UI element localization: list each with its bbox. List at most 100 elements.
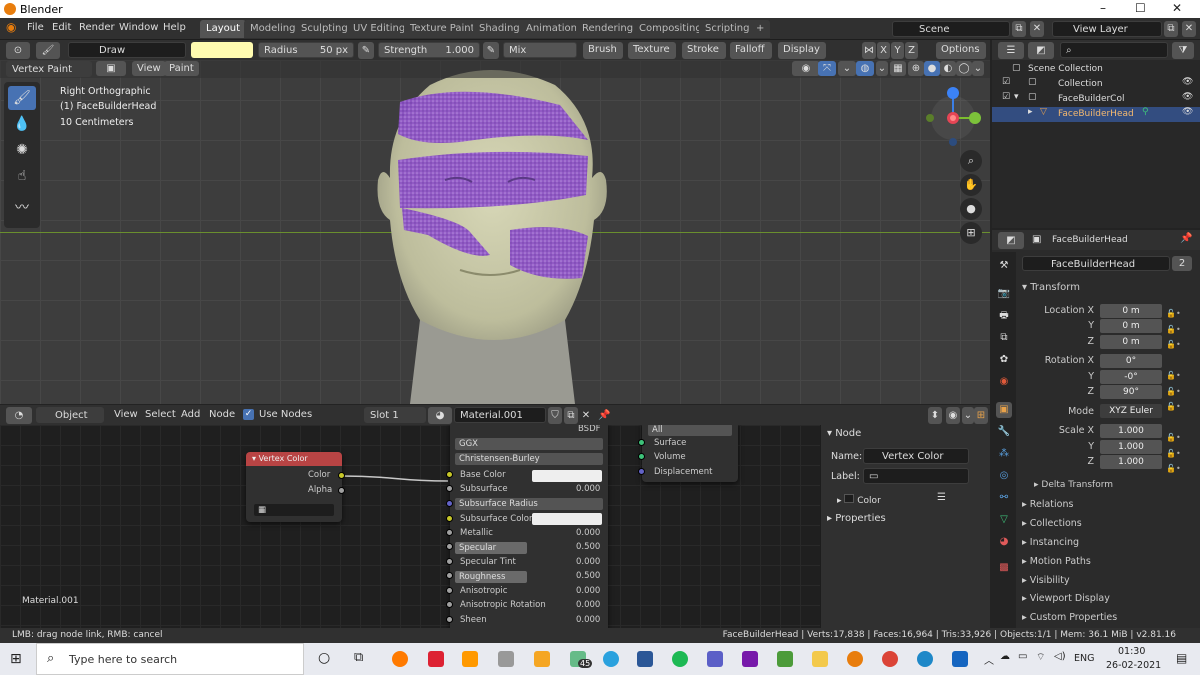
- xray-icon[interactable]: ▦: [890, 61, 906, 76]
- checkbox-icon[interactable]: ☑: [1002, 92, 1010, 102]
- alpha-output-socket[interactable]: [338, 487, 345, 494]
- expand-arrow-icon[interactable]: ▾: [1014, 92, 1019, 102]
- strength-pressure-icon[interactable]: ✎: [483, 42, 499, 59]
- draw-brush-tool-icon[interactable]: 🖌: [8, 86, 36, 110]
- scene-selector[interactable]: Scene: [892, 21, 1010, 37]
- paint-mask-icon[interactable]: ▣: [96, 61, 126, 76]
- firefox-icon[interactable]: [392, 651, 408, 667]
- data-tab-icon[interactable]: ▽: [996, 512, 1012, 528]
- collections-section[interactable]: ▸ Collections: [1022, 518, 1082, 529]
- rotation-mode-dropdown[interactable]: XYZ Euler: [1100, 404, 1162, 418]
- delete-view-layer-icon[interactable]: ✕: [1182, 21, 1196, 37]
- display-menu[interactable]: Display: [778, 42, 826, 59]
- specular-socket[interactable]: [446, 543, 453, 550]
- tab-modeling[interactable]: Modeling: [244, 20, 302, 38]
- principled-bsdf-node[interactable]: BSDF GGX Christensen-Burley Base Color S…: [446, 425, 608, 628]
- tab-sculpting[interactable]: Sculpting: [295, 20, 354, 38]
- brush-tool-icon[interactable]: 🖌: [36, 42, 60, 59]
- view-layer-selector[interactable]: View Layer: [1052, 21, 1162, 37]
- node-label-field[interactable]: ▭: [863, 468, 969, 484]
- mirror-x-button[interactable]: X: [877, 42, 890, 59]
- anisotropic-socket[interactable]: [446, 587, 453, 594]
- solid-shading-icon[interactable]: ●: [924, 61, 940, 76]
- blur-tool-icon[interactable]: 💧: [8, 112, 36, 136]
- node-editor-type-icon[interactable]: ◔: [6, 407, 32, 424]
- add-workspace-button[interactable]: +: [750, 20, 771, 38]
- delete-scene-icon[interactable]: ✕: [1030, 21, 1044, 37]
- rotation-z-field[interactable]: 90°: [1100, 385, 1162, 399]
- subsurface-radius-socket[interactable]: [446, 500, 453, 507]
- strength-field[interactable]: Strength 1.000: [378, 42, 480, 58]
- material-tab-icon[interactable]: ◕: [996, 534, 1012, 550]
- anisotropic-value[interactable]: 0.000: [576, 586, 600, 596]
- color-subpanel[interactable]: ▸ Color: [837, 494, 881, 506]
- specular-tint-socket[interactable]: [446, 558, 453, 565]
- subsurface-color-socket[interactable]: [446, 515, 453, 522]
- relations-section[interactable]: ▸ Relations: [1022, 499, 1073, 510]
- texture-tab-icon[interactable]: ▩: [996, 560, 1012, 576]
- subsurface-radius-dropdown[interactable]: Subsurface Radius: [455, 498, 603, 510]
- node-editor-canvas[interactable]: ▾ Vertex Color Color Alpha ▦ BSDF GGX Ch…: [0, 425, 820, 628]
- specular-tint-value[interactable]: 0.000: [576, 557, 600, 567]
- outliner-search-input[interactable]: ⌕: [1060, 42, 1168, 58]
- transform-section-header[interactable]: ▾ Transform: [1022, 282, 1080, 293]
- surface-socket[interactable]: [638, 439, 645, 446]
- 3d-viewport[interactable]: Right Orthographic (1) FaceBuilderHead 1…: [0, 60, 990, 404]
- specular-slider[interactable]: Specular: [455, 542, 527, 554]
- properties-subpanel[interactable]: ▸ Properties: [827, 513, 886, 524]
- blender-taskbar-icon[interactable]: [847, 651, 863, 667]
- scale-x-field[interactable]: 1.000: [1100, 424, 1162, 438]
- outliner-row-facebuildercol[interactable]: ☑ ▾ ▢ FaceBuilderCol 👁: [992, 92, 1200, 107]
- view-layer-tab-icon[interactable]: ⧉: [996, 330, 1012, 346]
- node-add-menu[interactable]: Add: [181, 409, 200, 420]
- annotate-tool-icon[interactable]: 〰: [8, 196, 36, 220]
- wb-app-icon[interactable]: [498, 651, 514, 667]
- windows-start-icon[interactable]: ⊞: [10, 651, 22, 667]
- roughness-socket[interactable]: [446, 572, 453, 579]
- modifier-tab-icon[interactable]: 🔧: [996, 424, 1012, 440]
- slot-dropdown[interactable]: Slot 1: [364, 407, 426, 423]
- eye-icon[interactable]: 👁: [1182, 77, 1193, 87]
- material-shading-icon[interactable]: ◐: [940, 61, 956, 76]
- navigation-gizmo[interactable]: [920, 82, 986, 160]
- base-color-swatch[interactable]: [532, 470, 602, 482]
- volume-socket[interactable]: [638, 453, 645, 460]
- task-view-icon[interactable]: ⧉: [354, 650, 363, 665]
- tab-scripting[interactable]: Scripting: [699, 20, 756, 38]
- bluetooth-icon[interactable]: ☁: [1000, 651, 1010, 662]
- output-target-dropdown[interactable]: All: [648, 425, 732, 436]
- subsurface-method-dropdown[interactable]: Christensen-Burley: [455, 453, 603, 465]
- volume-icon[interactable]: ◁): [1054, 651, 1066, 662]
- app-f-icon[interactable]: [534, 651, 550, 667]
- telegram-icon[interactable]: [603, 651, 619, 667]
- brush-menu[interactable]: Brush: [583, 42, 623, 59]
- tab-compositing[interactable]: Compositing: [633, 20, 708, 38]
- vertex-color-node[interactable]: ▾ Vertex Color Color Alpha ▦: [246, 452, 345, 522]
- editor-type-icon[interactable]: ⊙: [6, 42, 30, 59]
- visibility-icon[interactable]: ◉: [792, 61, 820, 76]
- spotify-icon[interactable]: [672, 651, 688, 667]
- eye-icon[interactable]: 👁: [1182, 107, 1193, 117]
- motion-paths-section[interactable]: ▸ Motion Paths: [1022, 556, 1091, 567]
- displacement-socket[interactable]: [638, 468, 645, 475]
- users-count[interactable]: 2: [1172, 256, 1192, 271]
- blend-mode-dropdown[interactable]: Mix: [503, 42, 577, 58]
- color-layer-field[interactable]: ▦: [254, 504, 334, 516]
- edge-icon[interactable]: [917, 651, 933, 667]
- mirror-y-button[interactable]: Y: [891, 42, 904, 59]
- maximize-button[interactable]: ☐: [1135, 1, 1146, 15]
- location-z-field[interactable]: 0 m: [1100, 335, 1162, 349]
- constraints-tab-icon[interactable]: ⚯: [996, 490, 1012, 506]
- object-name-field[interactable]: FaceBuilderHead: [1022, 256, 1170, 271]
- mirror-icon[interactable]: ⋈: [862, 42, 876, 59]
- eye-icon[interactable]: 👁: [1182, 92, 1193, 102]
- custom-properties-section[interactable]: ▸ Custom Properties: [1022, 612, 1117, 623]
- pin-icon[interactable]: 📌: [598, 407, 610, 424]
- view-menu[interactable]: View: [132, 61, 166, 76]
- node-view-menu[interactable]: View: [114, 409, 138, 420]
- notifications-icon[interactable]: ▤: [1176, 651, 1187, 665]
- minimize-button[interactable]: –: [1100, 1, 1106, 15]
- node-node-menu[interactable]: Node: [209, 409, 235, 420]
- filter-icon[interactable]: ⧩: [1172, 42, 1194, 59]
- onenote-icon[interactable]: [742, 651, 758, 667]
